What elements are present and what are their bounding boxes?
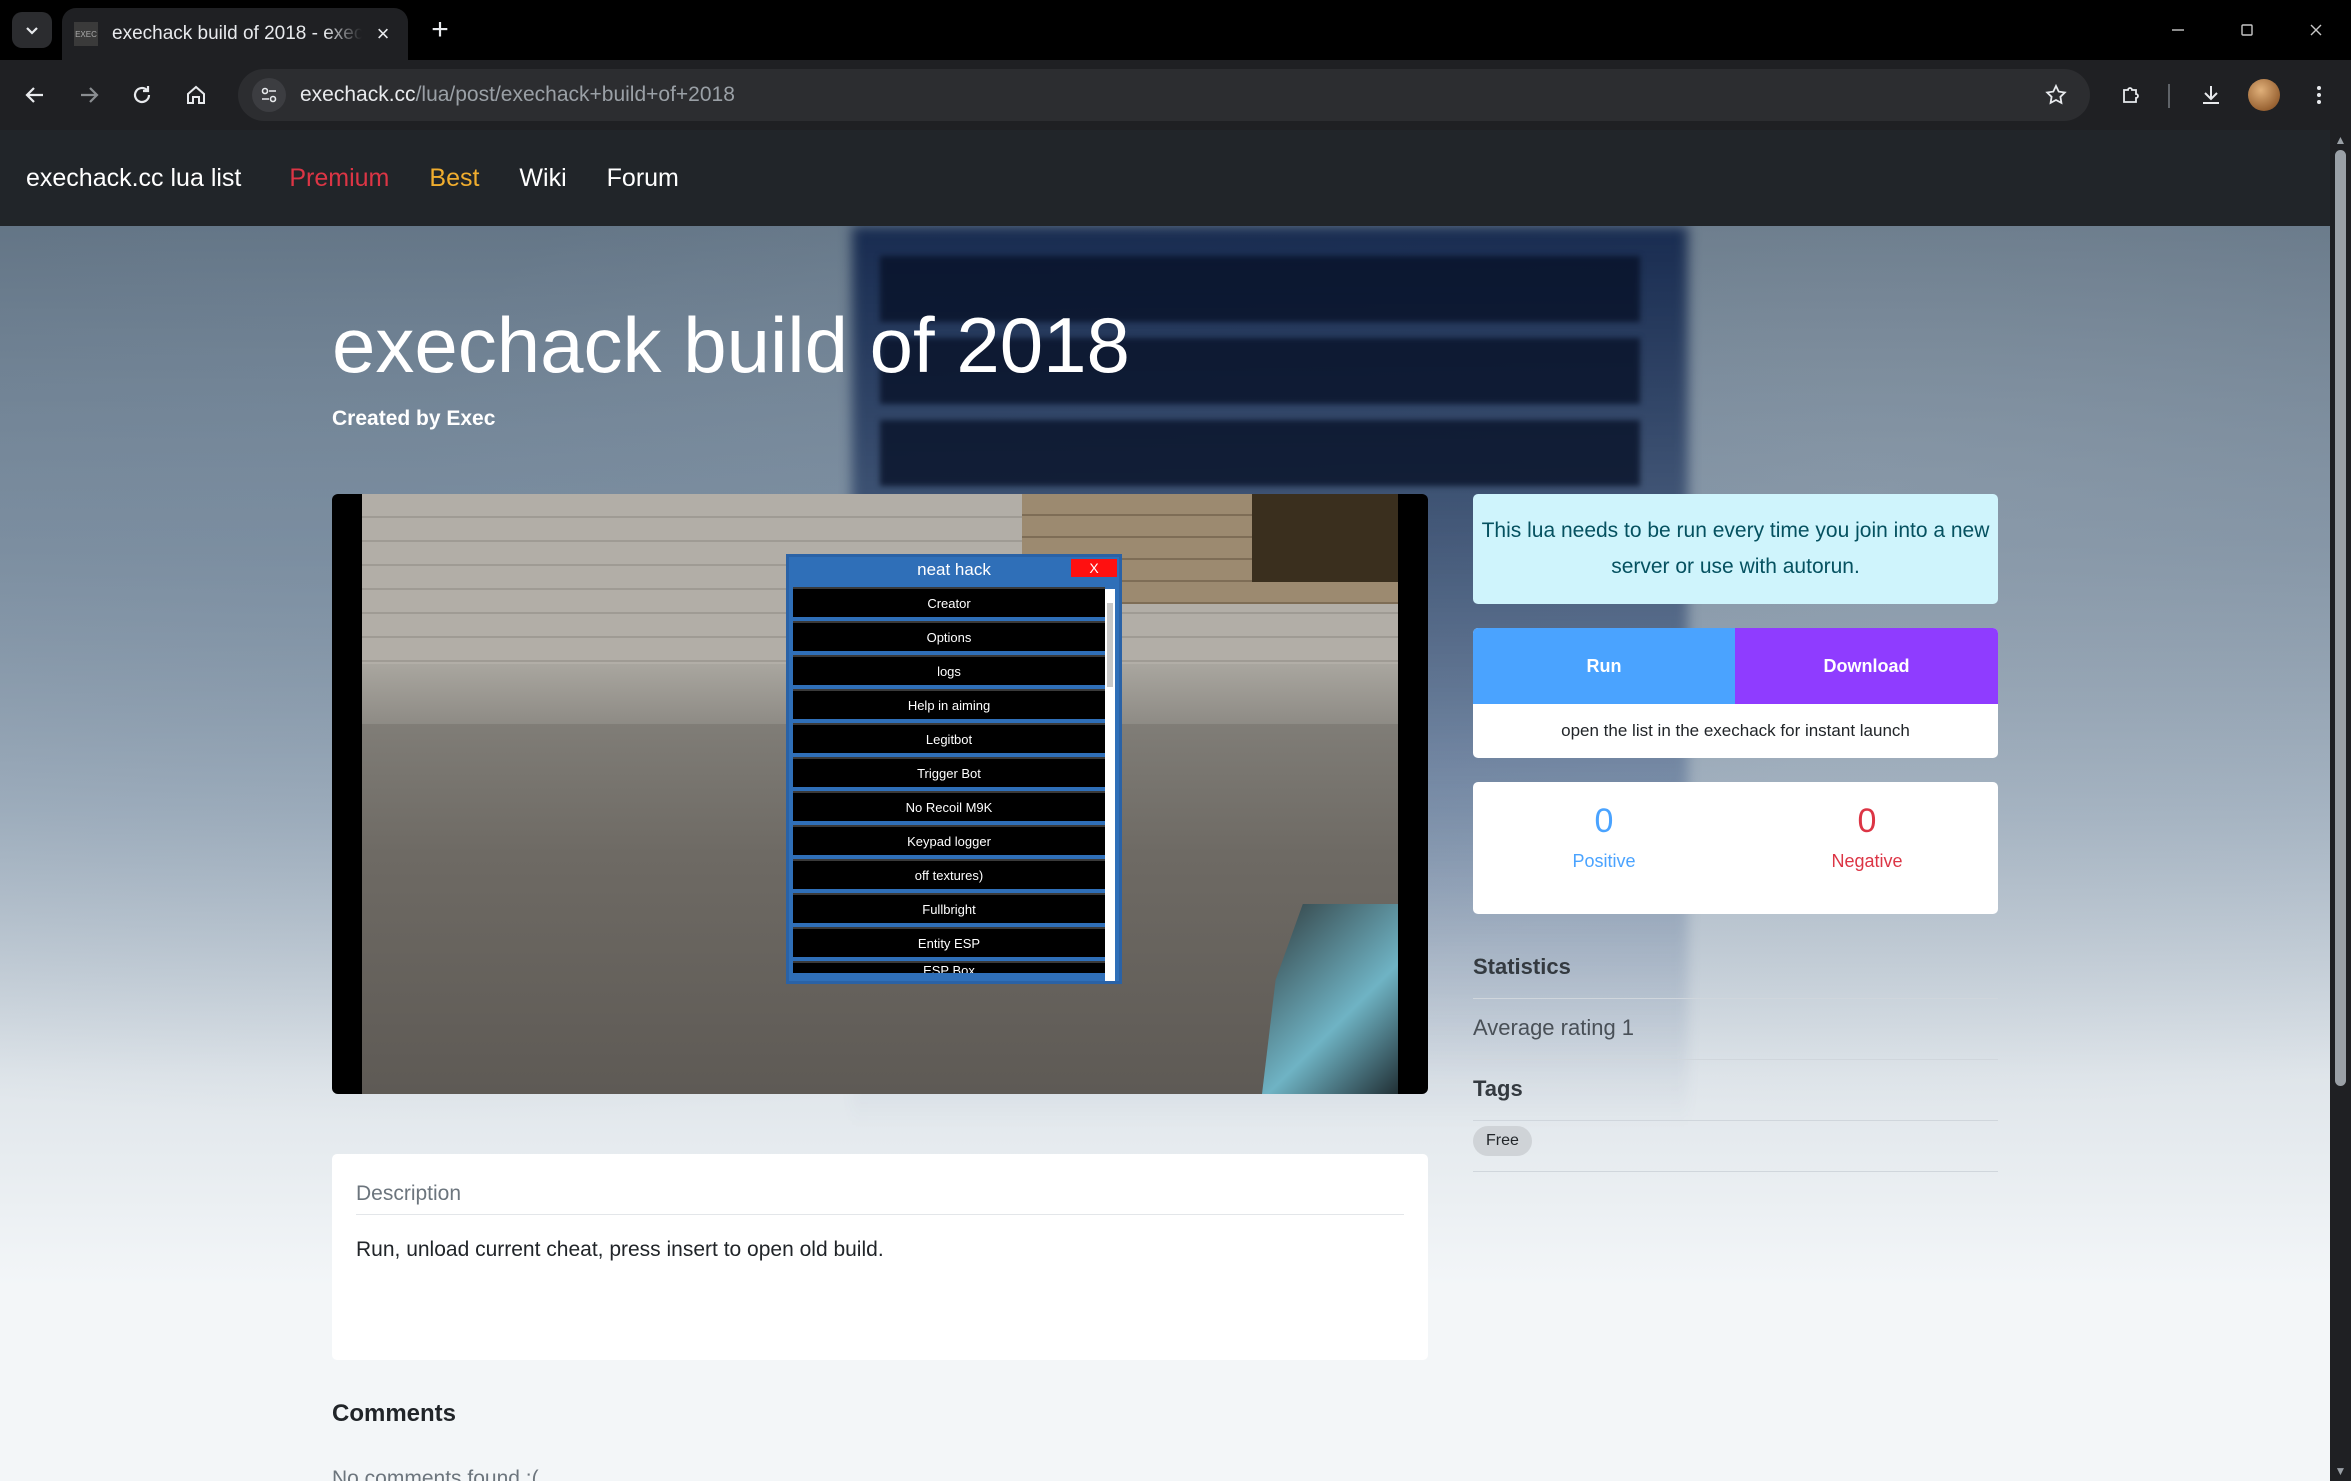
nav-link-forum[interactable]: Forum xyxy=(607,164,679,193)
tags-heading: Tags xyxy=(1473,1076,1523,1101)
run-download-card: Run Download open the list in the execha… xyxy=(1473,628,1998,758)
negative-label: Negative xyxy=(1831,851,1903,871)
downloads-button[interactable] xyxy=(2191,75,2231,115)
nav-link-premium[interactable]: Premium xyxy=(289,164,389,193)
game-cheat-menu: neat hack X Creator Options logs Help in… xyxy=(786,554,1122,984)
vote-negative[interactable]: 0 Negative xyxy=(1736,802,1998,872)
scrollbar-thumb[interactable] xyxy=(2335,150,2346,1086)
game-menu-item: Creator xyxy=(793,587,1105,617)
game-menu-list: Creator Options logs Help in aiming Legi… xyxy=(793,587,1105,977)
home-button[interactable] xyxy=(176,75,216,115)
url-path: /lua/post/exechack+build+of+2018 xyxy=(415,83,735,106)
description-divider xyxy=(356,1214,1404,1215)
scene-weapon xyxy=(1262,904,1398,1094)
arrow-left-icon xyxy=(25,87,43,103)
description-card: Description Run, unload current cheat, p… xyxy=(332,1154,1428,1360)
minimize-icon xyxy=(2172,29,2184,31)
profile-avatar[interactable] xyxy=(2248,79,2280,111)
new-tab-button[interactable]: + xyxy=(424,13,456,46)
browser-menu-button[interactable] xyxy=(2299,75,2339,115)
vote-positive[interactable]: 0 Positive xyxy=(1473,802,1735,872)
game-menu-item: off textures) xyxy=(793,859,1105,889)
game-menu-close: X xyxy=(1071,559,1117,577)
post-author: Created by Exec xyxy=(332,407,496,430)
forward-button[interactable] xyxy=(69,75,109,115)
close-window-button[interactable] xyxy=(2296,12,2336,48)
vote-card: 0 Positive 0 Negative xyxy=(1473,782,1998,914)
scene-door xyxy=(1252,494,1398,582)
sidebar-divider xyxy=(1473,1120,1998,1121)
tab-close-button[interactable]: × xyxy=(370,21,396,47)
game-menu-item: Legitbot xyxy=(793,723,1105,753)
address-bar[interactable]: exechack.cc/lua/post/exechack+build+of+2… xyxy=(238,69,2090,121)
average-rating: Average rating 1 xyxy=(1473,1015,1635,1040)
site-info-icon[interactable] xyxy=(252,78,286,112)
game-menu-item: Fullbright xyxy=(793,893,1105,923)
url-host: exechack.cc xyxy=(300,83,416,106)
tab-title: exechack build of 2018 - exechack xyxy=(112,23,362,44)
back-button[interactable] xyxy=(15,75,55,115)
comments-heading: Comments xyxy=(332,1400,457,1427)
scroll-up-arrow[interactable]: ▲ xyxy=(2333,134,2348,146)
download-icon xyxy=(2203,86,2219,104)
game-menu-item: No Recoil M9K xyxy=(793,791,1105,821)
kebab-menu-icon xyxy=(2317,86,2321,104)
hero-blurred-row xyxy=(880,420,1640,486)
game-menu-item: Help in aiming xyxy=(793,689,1105,719)
positive-count: 0 xyxy=(1594,802,1614,840)
game-menu-item: ESP Box xyxy=(793,961,1105,973)
browser-tab-bar: EXEC exechack build of 2018 - exechack ×… xyxy=(0,0,2351,60)
toolbar-separator xyxy=(2168,84,2170,108)
game-menu-item: Entity ESP xyxy=(793,927,1105,957)
browser-tab-active[interactable]: EXEC exechack build of 2018 - exechack × xyxy=(62,8,408,60)
site-brand[interactable]: exechack.cc lua list xyxy=(26,164,241,193)
home-icon xyxy=(187,85,205,104)
post-title: exechack build of 2018 xyxy=(332,301,1130,389)
minimize-button[interactable] xyxy=(2158,12,2198,48)
game-menu-item: Trigger Bot xyxy=(793,757,1105,787)
description-text: Run, unload current cheat, press insert … xyxy=(356,1238,884,1261)
nav-link-wiki[interactable]: Wiki xyxy=(519,164,566,193)
game-menu-scrollbar xyxy=(1105,589,1115,981)
tab-search-button[interactable] xyxy=(12,12,52,48)
game-menu-title: neat hack xyxy=(917,560,991,579)
post-screenshot: neat hack X Creator Options logs Help in… xyxy=(332,494,1428,1094)
page-scrollbar[interactable]: ▲ ▼ xyxy=(2330,130,2351,1481)
no-comments-text: No comments found :( xyxy=(332,1467,539,1481)
extensions-button[interactable] xyxy=(2111,75,2151,115)
chevron-down-icon xyxy=(26,27,38,35)
game-menu-header: neat hack X xyxy=(789,557,1119,583)
puzzle-icon xyxy=(2123,87,2139,103)
statistics-heading: Statistics xyxy=(1473,954,1571,979)
reload-button[interactable] xyxy=(122,75,162,115)
sidebar-divider xyxy=(1473,1059,1998,1060)
bookmark-star-icon[interactable] xyxy=(2040,79,2072,111)
tag-badge[interactable]: Free xyxy=(1473,1126,1532,1156)
browser-toolbar: exechack.cc/lua/post/exechack+build+of+2… xyxy=(0,60,2351,130)
game-menu-item: Options xyxy=(793,621,1105,651)
nav-link-best[interactable]: Best xyxy=(429,164,479,193)
download-button[interactable]: Download xyxy=(1735,628,1998,704)
reload-icon xyxy=(133,86,151,104)
site-favicon: EXEC xyxy=(74,22,98,46)
site-navbar: exechack.cc lua list Premium Best Wiki F… xyxy=(0,130,2330,226)
page-viewport: exechack.cc lua list Premium Best Wiki F… xyxy=(0,130,2351,1481)
sidebar-divider xyxy=(1473,998,1998,999)
sidebar-divider xyxy=(1473,1171,1998,1172)
run-button[interactable]: Run xyxy=(1473,628,1735,704)
close-icon xyxy=(2310,24,2322,36)
maximize-icon xyxy=(2241,24,2253,36)
game-scene: neat hack X Creator Options logs Help in… xyxy=(362,494,1398,1094)
arrow-right-icon xyxy=(81,87,99,103)
game-menu-item: Keypad logger xyxy=(793,825,1105,855)
run-hint: open the list in the exechack for instan… xyxy=(1561,721,1910,740)
game-menu-scroll-thumb xyxy=(1107,603,1113,687)
description-heading: Description xyxy=(356,1182,462,1205)
negative-count: 0 xyxy=(1857,802,1877,840)
scroll-down-arrow[interactable]: ▼ xyxy=(2333,1465,2348,1477)
positive-label: Positive xyxy=(1572,851,1636,871)
autorun-notice: This lua needs to be run every time you … xyxy=(1473,494,1998,604)
maximize-button[interactable] xyxy=(2227,12,2267,48)
game-menu-item: logs xyxy=(793,655,1105,685)
